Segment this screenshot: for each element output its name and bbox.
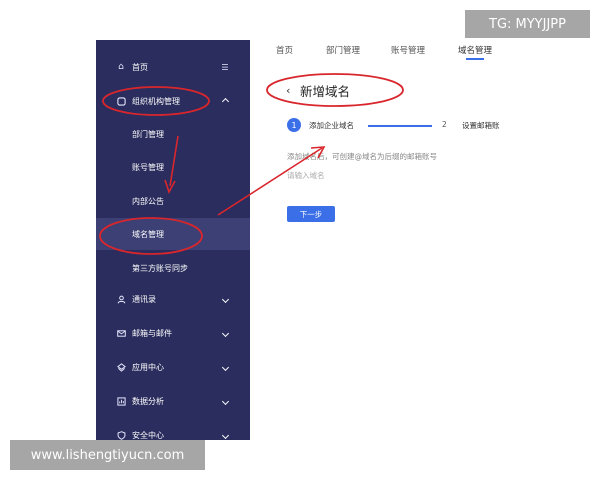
sidebar-item-label: 首页 — [132, 62, 148, 72]
sidebar-item-analytics[interactable]: 数据分析 — [96, 386, 250, 416]
sidebar-subitem-label: 账号管理 — [132, 162, 164, 172]
sidebar-subitem-label: 域名管理 — [132, 229, 164, 239]
sidebar-item-home[interactable]: ⌂ 首页 ☰ — [96, 52, 250, 82]
sidebar-item-app-center[interactable]: 应用中心 — [96, 352, 250, 382]
sidebar-subitem-label: 第三方账号同步 — [132, 263, 188, 273]
step-2-label: 设置邮箱账 — [462, 121, 500, 130]
chevron-down-icon — [220, 431, 230, 440]
tab-domains[interactable]: 域名管理 — [458, 44, 492, 56]
tab-accounts[interactable]: 账号管理 — [391, 44, 425, 56]
sidebar-item-label: 数据分析 — [132, 396, 164, 406]
active-tab-indicator — [466, 58, 484, 60]
step-1-label: 添加企业域名 — [309, 121, 354, 130]
step-connector — [368, 125, 432, 127]
sidebar-subitem-label: 部门管理 — [132, 129, 164, 139]
chevron-down-icon — [220, 329, 230, 338]
sidebar-item-contacts[interactable]: 通讯录 — [96, 284, 250, 314]
domain-input[interactable] — [287, 168, 407, 182]
sidebar-subitem-department[interactable]: 部门管理 — [96, 118, 250, 150]
sidebar-item-mail[interactable]: 邮箱与邮件 — [96, 318, 250, 348]
domain-hint: 添加域名后，可创建@域名为后缀的邮箱账号 — [287, 152, 437, 161]
contacts-icon — [116, 294, 126, 304]
chevron-up-icon — [220, 96, 230, 106]
page-title: 新增域名 — [300, 84, 351, 99]
telegram-watermark: TG: MYYJJPP — [465, 10, 590, 38]
sidebar-subitem-announcements[interactable]: 内部公告 — [96, 185, 250, 217]
chevron-down-icon — [220, 295, 230, 304]
back-icon[interactable]: ‹ — [286, 84, 290, 97]
sidebar-item-label: 应用中心 — [132, 362, 164, 372]
next-button[interactable]: 下一步 — [287, 206, 335, 222]
tab-department[interactable]: 部门管理 — [326, 44, 360, 56]
annotation-layer — [99, 73, 404, 255]
sidebar-item-org[interactable]: 组织机构管理 — [96, 86, 250, 116]
chevron-down-icon — [220, 397, 230, 406]
app-center-icon — [116, 362, 126, 372]
site-watermark: www.lishengtiyucn.com — [10, 440, 205, 470]
home-icon: ⌂ — [118, 62, 124, 72]
shield-icon — [116, 430, 126, 440]
sidebar: ⌂ 首页 ☰ 组织机构管理 部门管理 账号管理 内部公告 域名管理 第三方账号同… — [96, 40, 250, 440]
org-icon — [116, 96, 126, 106]
step-1-indicator: 1 — [287, 118, 301, 132]
mail-icon — [116, 328, 126, 338]
sidebar-subitem-third-party-sync[interactable]: 第三方账号同步 — [96, 252, 250, 284]
menu-collapse-icon[interactable]: ☰ — [220, 63, 230, 72]
step-2-number: 2 — [442, 120, 447, 129]
sidebar-item-label: 邮箱与邮件 — [132, 328, 172, 338]
chevron-down-icon — [220, 363, 230, 372]
sidebar-subitem-accounts[interactable]: 账号管理 — [96, 151, 250, 183]
analytics-icon — [116, 396, 126, 406]
sidebar-item-label: 组织机构管理 — [132, 96, 180, 106]
sidebar-item-label: 安全中心 — [132, 430, 164, 440]
tab-home[interactable]: 首页 — [276, 44, 293, 56]
sidebar-item-security[interactable]: 安全中心 — [96, 420, 250, 440]
sidebar-subitem-domains[interactable]: 域名管理 — [96, 218, 250, 250]
sidebar-item-label: 通讯录 — [132, 294, 156, 304]
sidebar-subitem-label: 内部公告 — [132, 196, 164, 206]
